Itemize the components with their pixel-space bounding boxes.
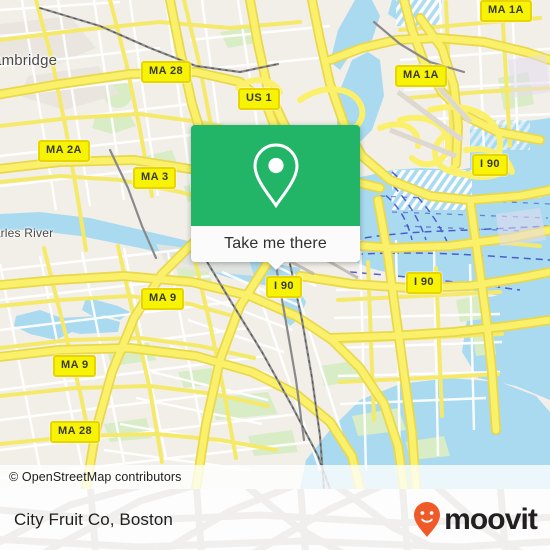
popup-card-header — [191, 125, 360, 226]
road-shield: I 90 — [266, 276, 302, 298]
road-shield: I 90 — [472, 154, 508, 176]
road-shield: US 1 — [238, 88, 281, 110]
road-shield: MA 3 — [133, 167, 177, 189]
attribution-text: © OpenStreetMap contributors — [9, 470, 182, 484]
moovit-location-screenshot: Cambridge Charles River MA 1A MA 28 MA 1… — [0, 0, 550, 550]
map-place-label: Cambridge — [0, 52, 58, 69]
moovit-smiling-pin-icon — [414, 501, 441, 537]
location-popup-card[interactable]: Take me there — [191, 125, 360, 270]
map-place-label: Charles River — [0, 226, 54, 240]
road-shield: MA 2A — [38, 140, 90, 162]
moovit-wordmark: moovit — [444, 502, 538, 536]
road-shield: MA 9 — [53, 355, 97, 377]
road-shield: MA 9 — [141, 288, 185, 310]
location-title: City Fruit Co, Boston — [14, 509, 173, 529]
road-shield: I 90 — [406, 272, 442, 294]
take-me-there-label: Take me there — [224, 235, 327, 252]
footer-bar: City Fruit Co, Boston moovit — [0, 489, 550, 550]
moovit-logo[interactable]: moovit — [412, 501, 538, 539]
road-shield: MA 28 — [141, 61, 191, 83]
map-pin-icon — [252, 142, 299, 208]
take-me-there-button[interactable]: Take me there — [191, 226, 360, 270]
road-shield: MA 1A — [480, 0, 532, 22]
popup-card-pointer — [266, 261, 285, 270]
map-attribution: © OpenStreetMap contributors — [0, 465, 550, 489]
road-shield: MA 1A — [395, 65, 447, 87]
road-shield: MA 28 — [50, 421, 100, 443]
